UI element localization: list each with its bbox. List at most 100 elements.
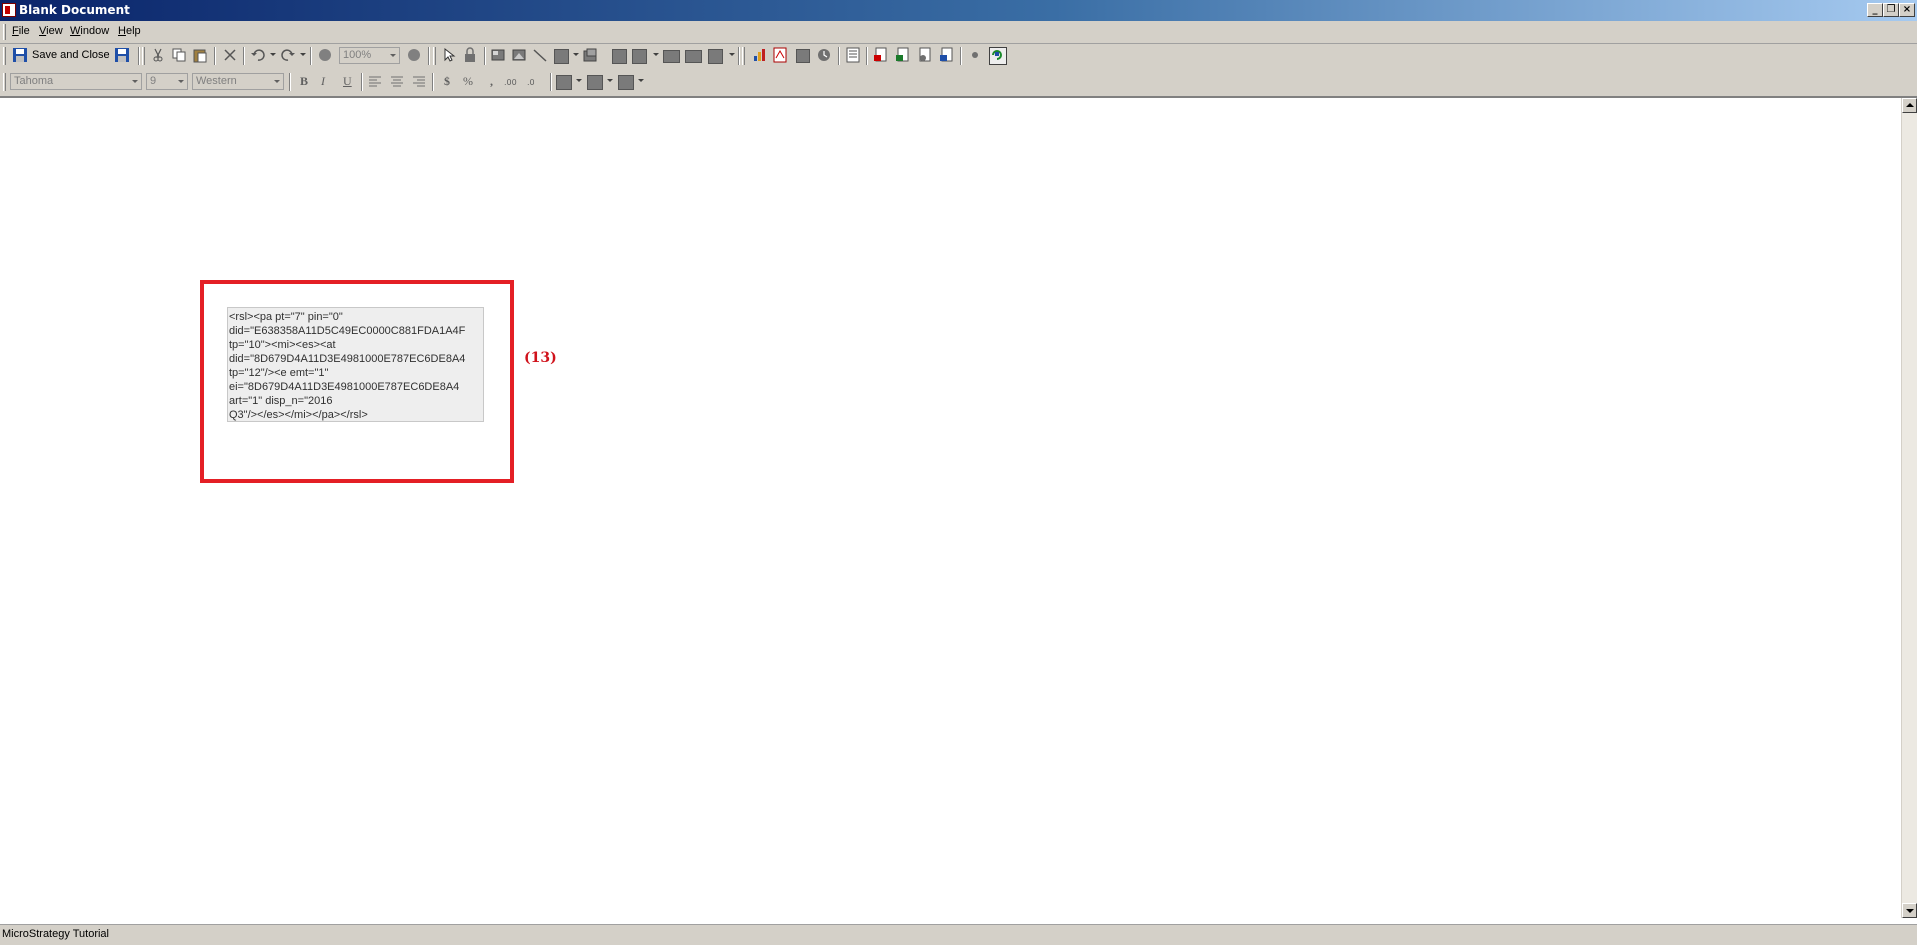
text-line: tp="12"/><e emt="1": [229, 367, 329, 379]
redo-dropdown-icon[interactable]: [300, 53, 306, 56]
separator: [550, 73, 552, 91]
font-name-select[interactable]: Tahoma: [10, 73, 142, 90]
border-icon[interactable]: [618, 75, 634, 90]
rectangle-dropdown-icon[interactable]: [573, 53, 579, 56]
fill-color-dropdown-icon[interactable]: [576, 79, 582, 82]
cut-icon[interactable]: [150, 47, 168, 65]
redo-icon[interactable]: [280, 47, 298, 65]
app-icon[interactable]: [2, 3, 16, 17]
toolbar-grip[interactable]: [742, 47, 745, 65]
toolbar-grip[interactable]: [142, 47, 145, 65]
italic-button[interactable]: I: [321, 74, 325, 89]
minimize-button[interactable]: _: [1867, 3, 1883, 17]
text-line: art="1" disp_n="2016: [229, 395, 333, 407]
text-line: ei="8D679D4A11D3E4981000E787EC6DE8A4: [229, 381, 460, 393]
script-value: Western: [196, 75, 237, 87]
record-icon[interactable]: [967, 47, 985, 65]
lock-icon[interactable]: [462, 47, 480, 65]
scroll-down-button[interactable]: [1902, 903, 1917, 918]
export-html-icon[interactable]: [939, 47, 957, 65]
close-button[interactable]: ×: [1899, 3, 1915, 17]
menu-file[interactable]: File: [12, 25, 30, 37]
zoom-out-icon[interactable]: [317, 47, 335, 65]
export-document-icon[interactable]: [917, 47, 935, 65]
document-text-field[interactable]: <rsl><pa pt="7" pin="0" did="E638358A11D5…: [227, 307, 484, 422]
zoom-value: 100%: [343, 49, 372, 61]
script-select[interactable]: Western: [192, 73, 284, 90]
currency-format-button[interactable]: $: [444, 74, 450, 89]
formatting-toolbar: Tahoma 9 Western B I U $ % , .00 .0: [0, 71, 650, 93]
comma-format-button[interactable]: ,: [490, 74, 493, 89]
text-field-tool-icon[interactable]: [490, 47, 508, 65]
bold-button[interactable]: B: [300, 74, 308, 89]
font-color-icon[interactable]: [587, 75, 603, 90]
toolbar-grip[interactable]: [433, 47, 436, 65]
line-tool-icon[interactable]: [532, 47, 550, 65]
pdf-icon[interactable]: [772, 47, 790, 65]
export-pdf-icon[interactable]: [873, 47, 891, 65]
rectangle-tool-icon[interactable]: [554, 49, 569, 64]
fill-color-icon[interactable]: [556, 75, 572, 90]
delete-icon[interactable]: [222, 47, 240, 65]
decrease-decimal-icon[interactable]: .0: [527, 73, 545, 91]
font-name-value: Tahoma: [14, 75, 54, 87]
select-pointer-icon[interactable]: [441, 47, 459, 65]
align-center-icon[interactable]: [389, 73, 407, 91]
stop-icon[interactable]: [796, 49, 810, 63]
restore-button[interactable]: ❐: [1883, 3, 1899, 17]
scroll-up-button[interactable]: [1902, 98, 1917, 113]
separator: [138, 47, 140, 65]
increase-decimal-icon[interactable]: .00: [504, 73, 522, 91]
html-container-icon[interactable]: [582, 47, 600, 65]
separator: [484, 47, 486, 65]
svg-text:.00: .00: [504, 78, 517, 87]
separator: [428, 47, 430, 65]
align-left-icon[interactable]: [367, 73, 385, 91]
widget-tool-icon[interactable]: [708, 49, 723, 64]
clock-icon[interactable]: [816, 47, 834, 65]
panel-stack-icon[interactable]: [663, 50, 680, 63]
copy-icon[interactable]: [171, 47, 189, 65]
separator: [310, 47, 312, 65]
font-size-select[interactable]: 9: [146, 73, 188, 90]
undo-icon[interactable]: [250, 47, 268, 65]
separator: [432, 73, 434, 91]
widget-dropdown-icon[interactable]: [729, 53, 735, 56]
save-icon[interactable]: [114, 47, 132, 65]
separator: [243, 47, 245, 65]
save-and-close-button[interactable]: Save and Close: [32, 49, 110, 61]
properties-icon[interactable]: [845, 47, 863, 65]
menu-window[interactable]: Window: [70, 25, 109, 37]
font-color-dropdown-icon[interactable]: [607, 79, 613, 82]
underline-button[interactable]: U: [343, 74, 352, 89]
selector-tool-icon[interactable]: [685, 50, 702, 63]
font-size-value: 9: [150, 75, 157, 87]
grid-tool-icon[interactable]: [612, 49, 627, 64]
export-excel-icon[interactable]: [895, 47, 913, 65]
toolbar-grip[interactable]: [3, 73, 6, 91]
menubar-grip[interactable]: [3, 24, 6, 40]
zoom-select[interactable]: 100%: [339, 47, 400, 64]
graph-tool-icon[interactable]: [632, 49, 647, 64]
percent-format-button[interactable]: %: [463, 74, 473, 89]
menu-view[interactable]: View: [39, 25, 63, 37]
align-right-icon[interactable]: [411, 73, 429, 91]
image-tool-icon[interactable]: [511, 47, 529, 65]
refresh-icon[interactable]: [989, 47, 1007, 65]
chart-icon[interactable]: [752, 47, 770, 65]
undo-dropdown-icon[interactable]: [270, 53, 276, 56]
save-close-icon[interactable]: [12, 47, 30, 65]
menu-help[interactable]: Help: [118, 25, 141, 37]
callout-number: (13): [524, 350, 557, 366]
document-canvas[interactable]: [0, 98, 1901, 910]
toolbar-grip[interactable]: [3, 47, 6, 65]
status-bar: MicroStrategy Tutorial: [0, 924, 1917, 945]
graph-dropdown-icon[interactable]: [653, 53, 659, 56]
arrow-down-icon: [1906, 909, 1914, 913]
border-dropdown-icon[interactable]: [638, 79, 644, 82]
text-line: Q3"/></es></mi></pa></rsl>: [229, 409, 368, 421]
zoom-in-icon[interactable]: [406, 47, 424, 65]
vertical-scrollbar[interactable]: [1901, 98, 1917, 918]
separator: [838, 47, 840, 65]
paste-icon[interactable]: [192, 47, 210, 65]
